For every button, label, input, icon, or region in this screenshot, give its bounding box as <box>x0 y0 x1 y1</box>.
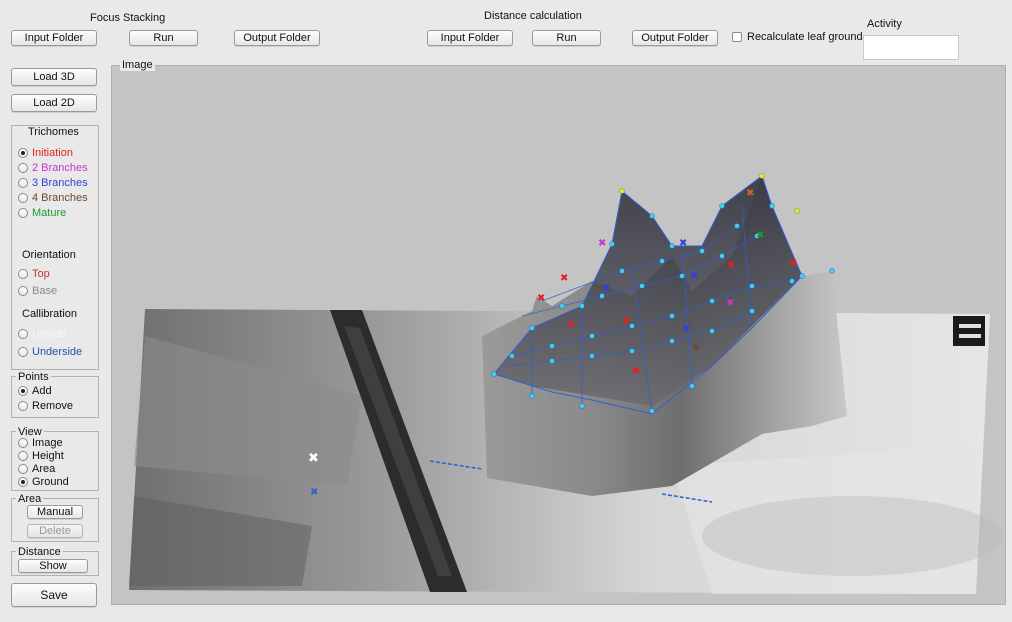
radio-4-branches[interactable]: 4 Branches <box>18 191 88 205</box>
radio-button[interactable] <box>18 347 28 357</box>
activity-title: Activity <box>867 18 902 30</box>
four-branches-marker: ✖ <box>692 343 700 354</box>
radio-mature[interactable]: Mature <box>18 206 66 220</box>
leaf-shadow <box>702 496 1002 576</box>
remove-label: Remove <box>32 400 73 412</box>
initiation-marker: ✖ <box>537 293 545 304</box>
checkbox-box[interactable] <box>732 32 742 42</box>
manual-button[interactable]: Manual <box>27 505 83 519</box>
ground-label: Ground <box>32 476 69 488</box>
radio-3-branches[interactable]: 3 Branches <box>18 176 88 190</box>
radio-height[interactable]: Height <box>18 449 64 463</box>
base-label: Base <box>32 285 58 297</box>
radio-button[interactable] <box>18 329 28 339</box>
distance-panel: Distance Show <box>11 546 99 576</box>
area-title: Area <box>16 493 44 505</box>
initiation-marker: ✖ <box>560 273 568 284</box>
trichomes-panel: Trichomes Initiation 2 Branches 3 Branch… <box>11 125 99 370</box>
radio-image[interactable]: Image <box>18 436 63 450</box>
radio-button[interactable] <box>18 148 28 158</box>
initiation-marker: ✖ <box>567 320 575 331</box>
radio-upside[interactable]: Upside <box>18 327 66 341</box>
fs-input-folder-button[interactable]: Input Folder <box>11 30 97 46</box>
blue-marker: ✖ <box>310 487 318 498</box>
dc-output-folder-button[interactable]: Output Folder <box>632 30 718 46</box>
radio-top[interactable]: Top <box>18 267 50 281</box>
distance-title: Distance <box>16 546 63 558</box>
radio-button[interactable] <box>18 193 28 203</box>
upside-label: Upside <box>32 328 67 340</box>
radio-2-branches[interactable]: 2 Branches <box>18 161 88 175</box>
three-branches-marker: ✖ <box>690 271 698 282</box>
distance-calculation-title: Distance calculation <box>484 10 582 22</box>
area-view-label: Area <box>32 463 56 475</box>
two-branches-marker: ✖ <box>726 298 734 309</box>
add-label: Add <box>32 385 52 397</box>
show-button[interactable]: Show <box>18 559 88 573</box>
radio-button[interactable] <box>18 401 28 411</box>
two-branches-label: 2 Branches <box>32 162 88 174</box>
radio-button[interactable] <box>18 477 28 487</box>
initiation-marker: ✖ <box>632 366 640 377</box>
three-branches-label: 3 Branches <box>32 177 88 189</box>
points-title: Points <box>16 371 51 383</box>
image-label: Image <box>32 437 63 449</box>
initiation-label: Initiation <box>32 147 73 159</box>
scale-bar <box>953 316 985 346</box>
underside-label: Underside <box>32 346 83 358</box>
height-label: Height <box>32 450 64 462</box>
load-3d-button[interactable]: Load 3D <box>11 68 97 86</box>
radio-button[interactable] <box>18 438 28 448</box>
white-marker: ✖ <box>308 451 319 466</box>
fs-run-button[interactable]: Run <box>129 30 198 46</box>
initiation-marker: ✖ <box>789 258 797 269</box>
initiation-marker: ✖ <box>622 316 630 327</box>
radio-button[interactable] <box>18 451 28 461</box>
radio-button[interactable] <box>18 269 28 279</box>
view-panel: View Image Height Area Ground <box>11 426 99 491</box>
three-branches-marker: ✖ <box>602 283 610 294</box>
four-branches-marker: ✖ <box>746 188 754 199</box>
radio-base[interactable]: Base <box>18 284 57 298</box>
scale-bar-stripe <box>959 324 981 328</box>
radio-button[interactable] <box>18 386 28 396</box>
radio-ground[interactable]: Ground <box>18 475 69 489</box>
radio-button[interactable] <box>18 464 28 474</box>
area-panel: Area Manual Delete <box>11 493 99 542</box>
save-button[interactable]: Save <box>11 583 97 607</box>
three-branches-marker: ✖ <box>679 238 687 249</box>
mature-label: Mature <box>32 207 67 219</box>
recalculate-leaf-ground-checkbox[interactable]: Recalculate leaf ground <box>732 31 863 43</box>
calibration-title: Callibration <box>22 308 78 320</box>
mature-marker: ✖ <box>756 230 764 241</box>
initiation-marker: ✖ <box>727 260 735 271</box>
four-branches-label: 4 Branches <box>32 192 88 204</box>
3d-view-canvas[interactable]: ✖ ✖ ✖ ✖ ✖ ✖ ✖ ✖ ✖ ✖ ✖ ✖ ✖ ✖ ✖ ✖ ✖ ✖ <box>112 66 1005 604</box>
radio-button[interactable] <box>18 286 28 296</box>
radio-area[interactable]: Area <box>18 462 55 476</box>
radio-initiation[interactable]: Initiation <box>18 146 73 160</box>
orientation-title: Orientation <box>22 249 76 261</box>
focus-stacking-title: Focus Stacking <box>90 12 166 24</box>
two-branches-marker: ✖ <box>598 238 606 249</box>
dc-run-button[interactable]: Run <box>532 30 601 46</box>
dc-input-folder-button[interactable]: Input Folder <box>427 30 513 46</box>
radio-remove[interactable]: Remove <box>18 399 73 413</box>
recalculate-leaf-ground-label: Recalculate leaf ground <box>747 31 863 43</box>
activity-field <box>863 35 959 60</box>
load-2d-button[interactable]: Load 2D <box>11 94 97 112</box>
top-label: Top <box>32 268 50 280</box>
radio-button[interactable] <box>18 178 28 188</box>
points-panel: Points Add Remove <box>11 371 99 418</box>
scale-bar-stripe <box>959 334 981 338</box>
fs-output-folder-button[interactable]: Output Folder <box>234 30 320 46</box>
three-branches-marker: ✖ <box>682 324 690 335</box>
radio-add[interactable]: Add <box>18 384 52 398</box>
trichomes-title: Trichomes <box>28 126 79 138</box>
radio-button[interactable] <box>18 163 28 173</box>
radio-underside[interactable]: Underside <box>18 345 82 359</box>
image-panel: Image ✖ ✖ ✖ ✖ ✖ ✖ ✖ ✖ ✖ ✖ ✖ ✖ ✖ ✖ ✖ ✖ ✖ … <box>111 59 1006 605</box>
radio-button[interactable] <box>18 208 28 218</box>
delete-button[interactable]: Delete <box>27 524 83 538</box>
